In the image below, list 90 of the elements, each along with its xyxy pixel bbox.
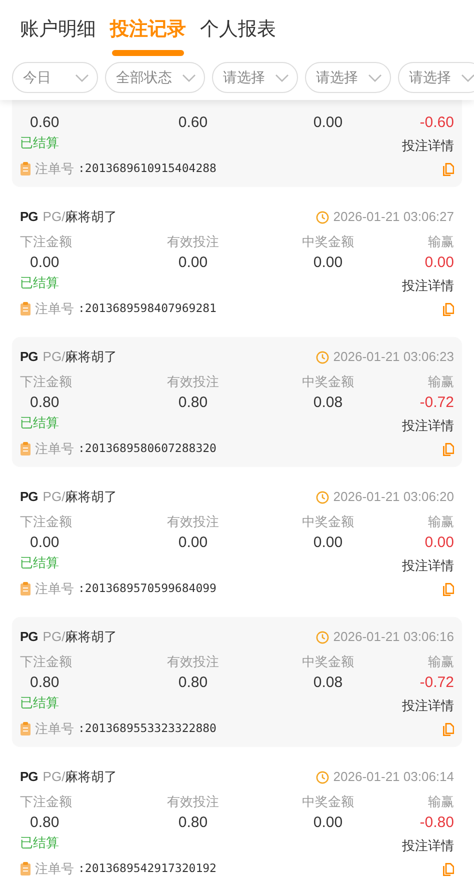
game-name: PG/麻将胡了 — [42, 348, 118, 366]
filter-dropdown[interactable]: 请选择 — [212, 62, 298, 93]
amount-value: -0.60 — [418, 113, 454, 133]
order-label: 注单号 — [35, 580, 74, 598]
column-label: 输赢 — [427, 373, 454, 391]
amount-value: 0.80 — [177, 393, 209, 413]
filter-dropdown[interactable]: 今日 — [12, 62, 98, 93]
column-label: 中奖金额 — [301, 233, 355, 251]
status-text: 已结算 — [20, 834, 59, 852]
column-label: 有效投注 — [166, 653, 220, 671]
order-number: :2013689570599684099 — [78, 580, 216, 598]
column-label: 输赢 — [427, 233, 454, 251]
amount-value: 0.00 — [312, 533, 344, 553]
bet-time: 2026-01-21 03:06:23 — [333, 348, 454, 366]
column-label: 有效投注 — [166, 373, 220, 391]
column-label: 有效投注 — [166, 233, 220, 251]
amount-value: 0.00 — [424, 253, 454, 273]
amount-value: 0.00 — [29, 253, 60, 273]
status-text: 已结算 — [20, 554, 59, 572]
bet-detail-link[interactable]: 投注详情 — [402, 837, 454, 855]
tab[interactable]: 个人报表 — [200, 12, 276, 56]
amount-value: 0.80 — [177, 813, 209, 833]
order-label: 注单号 — [35, 440, 74, 458]
provider-logo: PG — [20, 488, 38, 506]
column-label: 输赢 — [427, 653, 454, 671]
status-text: 已结算 — [20, 274, 59, 292]
amount-value: -0.80 — [418, 813, 454, 833]
bet-time: 2026-01-21 03:06:14 — [333, 768, 454, 786]
provider-logo: PG — [20, 768, 38, 786]
amount-value: 0.00 — [312, 253, 344, 273]
amount-value: 0.08 — [312, 393, 344, 413]
order-number: :2013689542917320192 — [78, 860, 216, 878]
bet-detail-link[interactable]: 投注详情 — [402, 417, 454, 435]
game-name: PG/麻将胡了 — [42, 488, 118, 506]
column-label: 输赢 — [427, 513, 454, 531]
game-name: PG/麻将胡了 — [42, 208, 118, 226]
order-number: :2013689610915404288 — [78, 160, 216, 178]
column-label: 下注金额 — [20, 373, 73, 391]
amount-value: 0.80 — [177, 673, 209, 693]
column-label: 下注金额 — [20, 513, 73, 531]
order-number: :2013689553323322880 — [78, 720, 216, 738]
order-number: :2013689598407969281 — [78, 300, 216, 318]
order-label: 注单号 — [35, 720, 74, 738]
amount-value: 0.80 — [29, 673, 60, 693]
filter-dropdown[interactable]: 全部状态 — [105, 62, 205, 93]
game-name: PG/麻将胡了 — [42, 628, 118, 646]
column-label: 中奖金额 — [301, 373, 355, 391]
amount-value: -0.72 — [418, 393, 454, 413]
bet-detail-link[interactable]: 投注详情 — [402, 697, 454, 715]
bet-detail-link[interactable]: 投注详情 — [402, 137, 454, 155]
order-label: 注单号 — [35, 160, 74, 178]
game-name: PG/麻将胡了 — [42, 768, 118, 786]
bet-time: 2026-01-21 03:06:20 — [333, 488, 454, 506]
status-text: 已结算 — [20, 134, 59, 152]
amount-value: 0.00 — [424, 533, 454, 553]
column-label: 输赢 — [427, 793, 454, 811]
bet-time: 2026-01-21 03:06:27 — [333, 208, 454, 226]
filter-dropdown[interactable]: 请选择 — [305, 62, 391, 93]
column-label: 有效投注 — [166, 513, 220, 531]
column-label: 下注金额 — [20, 233, 73, 251]
column-label: 有效投注 — [166, 793, 220, 811]
amount-value: 0.00 — [29, 533, 60, 553]
amount-value: 0.80 — [29, 393, 60, 413]
order-label: 注单号 — [35, 860, 74, 878]
bet-detail-link[interactable]: 投注详情 — [402, 277, 454, 295]
amount-value: 0.60 — [29, 113, 60, 133]
provider-logo: PG — [20, 628, 38, 646]
amount-value: 0.80 — [29, 813, 60, 833]
amount-value: 0.00 — [177, 253, 209, 273]
tab[interactable]: 账户明细 — [20, 12, 96, 56]
amount-value: 0.08 — [312, 673, 344, 693]
column-label: 中奖金额 — [301, 653, 355, 671]
amount-value: 0.60 — [177, 113, 209, 133]
provider-logo: PG — [20, 348, 38, 366]
bet-time: 2026-01-21 03:06:16 — [333, 628, 454, 646]
order-label: 注单号 — [35, 300, 74, 318]
order-number: :2013689580607288320 — [78, 440, 216, 458]
bet-detail-link[interactable]: 投注详情 — [402, 557, 454, 575]
column-label: 下注金额 — [20, 793, 73, 811]
status-text: 已结算 — [20, 694, 59, 712]
provider-logo: PG — [20, 208, 38, 226]
amount-value: 0.00 — [312, 813, 344, 833]
amount-value: 0.00 — [312, 113, 344, 133]
amount-value: 0.00 — [177, 533, 209, 553]
filter-dropdown[interactable]: 请选择 — [398, 62, 474, 93]
amount-value: -0.72 — [418, 673, 454, 693]
status-text: 已结算 — [20, 414, 59, 432]
column-label: 下注金额 — [20, 653, 73, 671]
column-label: 中奖金额 — [301, 793, 355, 811]
column-label: 中奖金额 — [301, 513, 355, 531]
